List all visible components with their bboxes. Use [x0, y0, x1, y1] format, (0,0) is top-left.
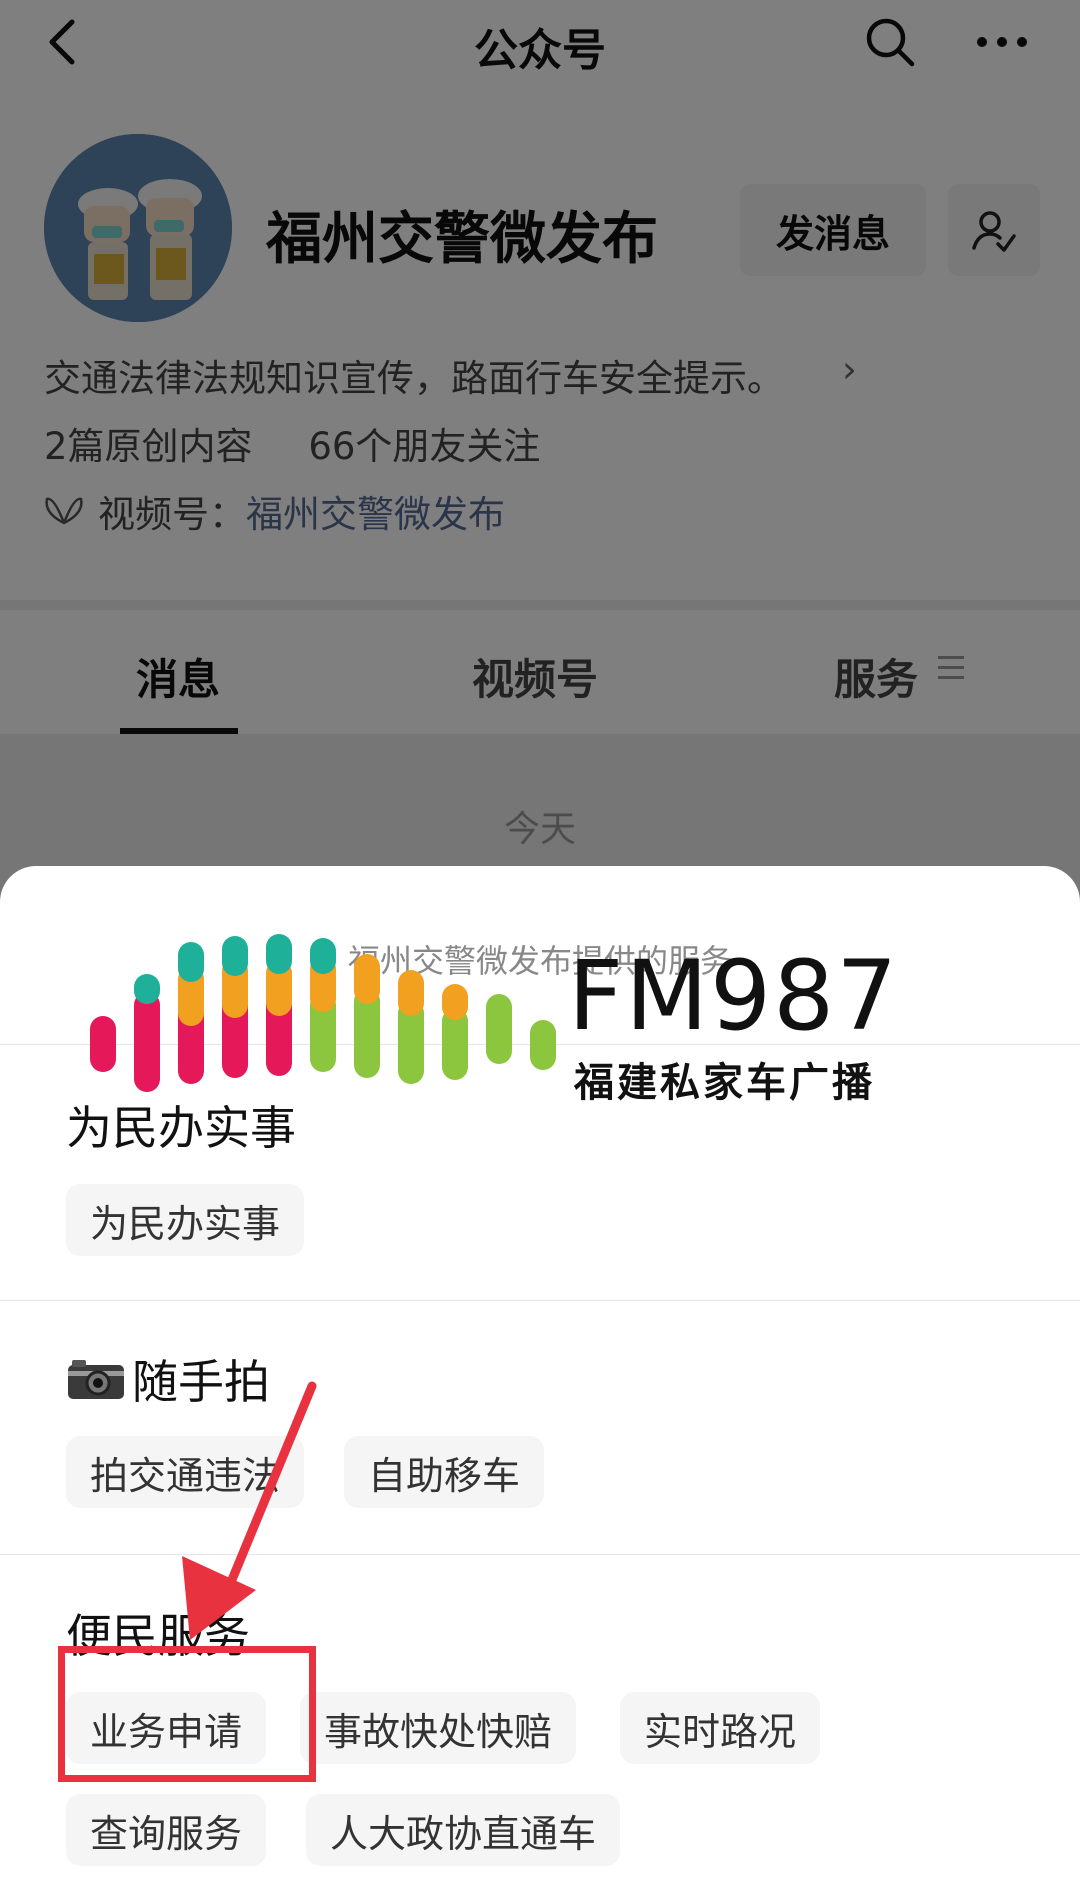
section-title: 随手拍 — [132, 1355, 270, 1409]
watermark-subtitle: 福建私家车广播 — [574, 1060, 875, 1106]
service-chip[interactable]: 人大政协直通车 — [306, 1794, 621, 1866]
highlight-box — [58, 1646, 316, 1782]
service-chip[interactable]: 自助移车 — [344, 1436, 545, 1508]
divider — [0, 1554, 1080, 1555]
service-chip[interactable]: 拍交通违法 — [66, 1436, 305, 1508]
service-chip[interactable]: 查询服务 — [66, 1794, 267, 1866]
service-chip[interactable]: 实时路况 — [620, 1692, 821, 1764]
service-chip[interactable]: 为民办实事 — [66, 1184, 305, 1256]
camera-icon — [68, 1360, 124, 1399]
section-title-row: 随手拍 — [66, 1346, 270, 1412]
section-title: 为民办实事 — [66, 1101, 296, 1155]
service-chip[interactable]: 事故快处快赔 — [300, 1692, 577, 1764]
watermark-brand: FM987 — [568, 940, 900, 1052]
divider — [0, 1300, 1080, 1301]
